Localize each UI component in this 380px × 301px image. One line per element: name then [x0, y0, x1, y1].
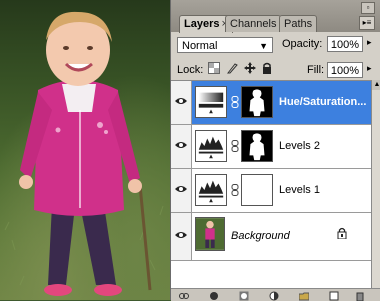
- layer-name[interactable]: Background: [231, 230, 290, 242]
- eye-icon: [175, 232, 187, 238]
- layer-name[interactable]: Hue/Saturation...: [279, 96, 366, 108]
- opacity-arrow-icon[interactable]: ▸: [367, 37, 372, 48]
- levels-adjustment-icon: [195, 130, 227, 162]
- layers-list: Hue/Saturation... Levels 2 Levels 1 Back…: [171, 80, 371, 289]
- levels-adjustment-icon: [195, 174, 227, 206]
- link-icon[interactable]: [231, 140, 239, 152]
- move-icon[interactable]: [244, 62, 256, 74]
- layer-mask-thumbnail[interactable]: [241, 174, 273, 206]
- layer-row-levels-2[interactable]: Levels 2: [171, 125, 371, 169]
- eye-icon: [175, 98, 187, 104]
- tab-paths[interactable]: Paths: [279, 15, 318, 32]
- panel-tab-bar: ▫ Layers× Channels Paths ▸≡: [171, 0, 380, 33]
- blend-mode-value: Normal: [182, 40, 218, 52]
- layers-bottom-toolbar: [171, 288, 380, 301]
- opacity-label: Opacity:: [282, 38, 323, 50]
- layer-name[interactable]: Levels 1: [279, 184, 320, 196]
- layer-row-hue-saturation[interactable]: Hue/Saturation...: [171, 81, 371, 125]
- eye-icon: [175, 186, 187, 192]
- panel-menu-icon[interactable]: ▸≡: [359, 16, 375, 30]
- layer-mask-thumbnail[interactable]: [241, 86, 273, 118]
- tab-channels[interactable]: Channels: [225, 15, 282, 32]
- lock-icon[interactable]: [261, 62, 273, 74]
- layer-mask-thumbnail[interactable]: [241, 130, 273, 162]
- visibility-toggle[interactable]: [171, 81, 192, 124]
- document-photo[interactable]: [0, 0, 170, 300]
- panel-collapse-button[interactable]: ▫: [361, 2, 375, 14]
- chevron-down-icon: ▼: [259, 41, 268, 51]
- scroll-up-arrow-icon[interactable]: ▲: [372, 80, 380, 90]
- fill-label: Fill:: [307, 64, 325, 76]
- tab-layers-label: Layers: [184, 18, 220, 30]
- checker-icon[interactable]: [208, 62, 220, 74]
- layers-scrollbar[interactable]: ▲: [371, 80, 380, 288]
- child-photo-drawing: [4, 11, 164, 296]
- layer-name[interactable]: Levels 2: [279, 140, 320, 152]
- fill-arrow-icon[interactable]: ▸: [367, 63, 372, 74]
- layers-panel: ▫ Layers× Channels Paths ▸≡ Normal ▼ Opa…: [170, 0, 380, 301]
- background-thumbnail: [195, 217, 225, 251]
- layer-row-levels-1[interactable]: Levels 1: [171, 169, 371, 213]
- link-icon[interactable]: [231, 96, 239, 108]
- blend-mode-select[interactable]: Normal ▼: [177, 37, 273, 53]
- layer-row-background[interactable]: Background: [171, 213, 371, 261]
- hue-saturation-adjustment-icon: [195, 86, 227, 118]
- eye-icon: [175, 142, 187, 148]
- visibility-toggle[interactable]: [171, 213, 192, 260]
- lock-label: Lock:: [177, 64, 204, 76]
- link-icon[interactable]: [231, 184, 239, 196]
- lock-icon: [337, 227, 347, 239]
- visibility-toggle[interactable]: [171, 169, 192, 212]
- visibility-toggle[interactable]: [171, 125, 192, 168]
- brush-icon[interactable]: [226, 62, 238, 74]
- fill-field[interactable]: 100%: [327, 62, 363, 78]
- opacity-field[interactable]: 100%: [327, 36, 363, 52]
